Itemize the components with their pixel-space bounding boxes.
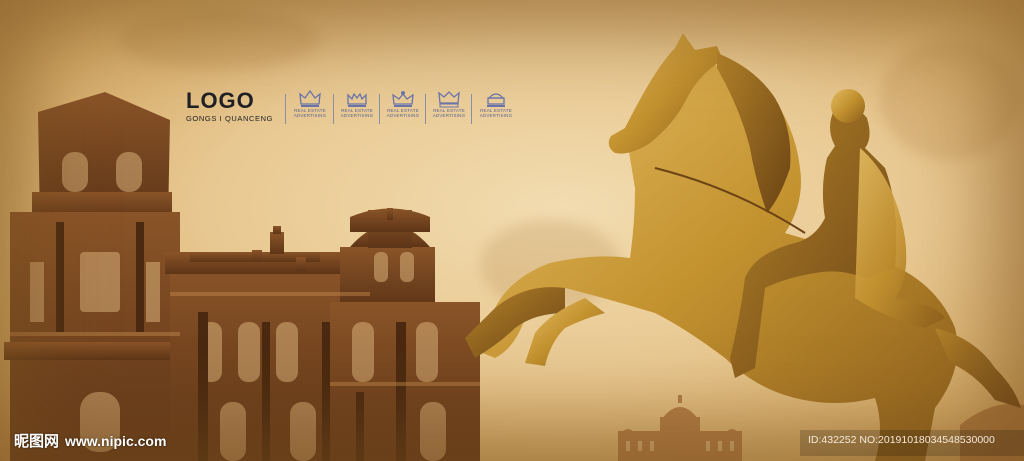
badge-line-2: ADVERTISING: [293, 113, 327, 118]
logo-title: LOGO: [186, 88, 255, 113]
crown-badge: REAL ESTATE ADVERTISING: [288, 90, 332, 126]
crown-icon: [487, 93, 505, 107]
watermark-id: ID:432252 NO:20191018034548530000: [808, 434, 995, 446]
crown-icon: [438, 91, 460, 108]
badge-separator: [333, 94, 334, 124]
crown-icon: [392, 91, 414, 107]
logo-subtitle: GONGS I QUANCENG: [186, 114, 274, 123]
badge-separator: [425, 94, 426, 124]
badge-line-2: ADVERTISING: [386, 113, 420, 118]
logo: LOGO GONGS I QUANCENG: [186, 90, 282, 124]
logo-separator: [285, 94, 286, 124]
watermark-brand-name: 昵图网: [14, 432, 60, 450]
watermark-brand: 昵图网 www.nipic.com: [14, 430, 166, 451]
crown-badge: REAL ESTATE ADVERTISING: [335, 90, 379, 126]
badge-line-2: ADVERTISING: [432, 113, 466, 118]
crown-icon: [299, 90, 321, 107]
badge-separator: [379, 94, 380, 124]
baroque-building: [4, 92, 480, 461]
badge-separator: [471, 94, 472, 124]
equestrian-statue: [465, 33, 1021, 461]
crown-badge: REAL ESTATE ADVERTISING: [381, 90, 425, 126]
badge-line-2: ADVERTISING: [340, 113, 374, 118]
badge-line-2: ADVERTISING: [479, 113, 513, 118]
crown-badge: REAL ESTATE ADVERTISING: [427, 90, 471, 126]
watermark-site: www.nipic.com: [65, 433, 167, 449]
paper-stain: [120, 10, 320, 70]
crown-icon: [347, 92, 367, 107]
poster-canvas: LOGO GONGS I QUANCENG REAL ESTATE ADVERT…: [0, 0, 1024, 461]
crown-badge: REAL ESTATE ADVERTISING: [474, 90, 518, 126]
